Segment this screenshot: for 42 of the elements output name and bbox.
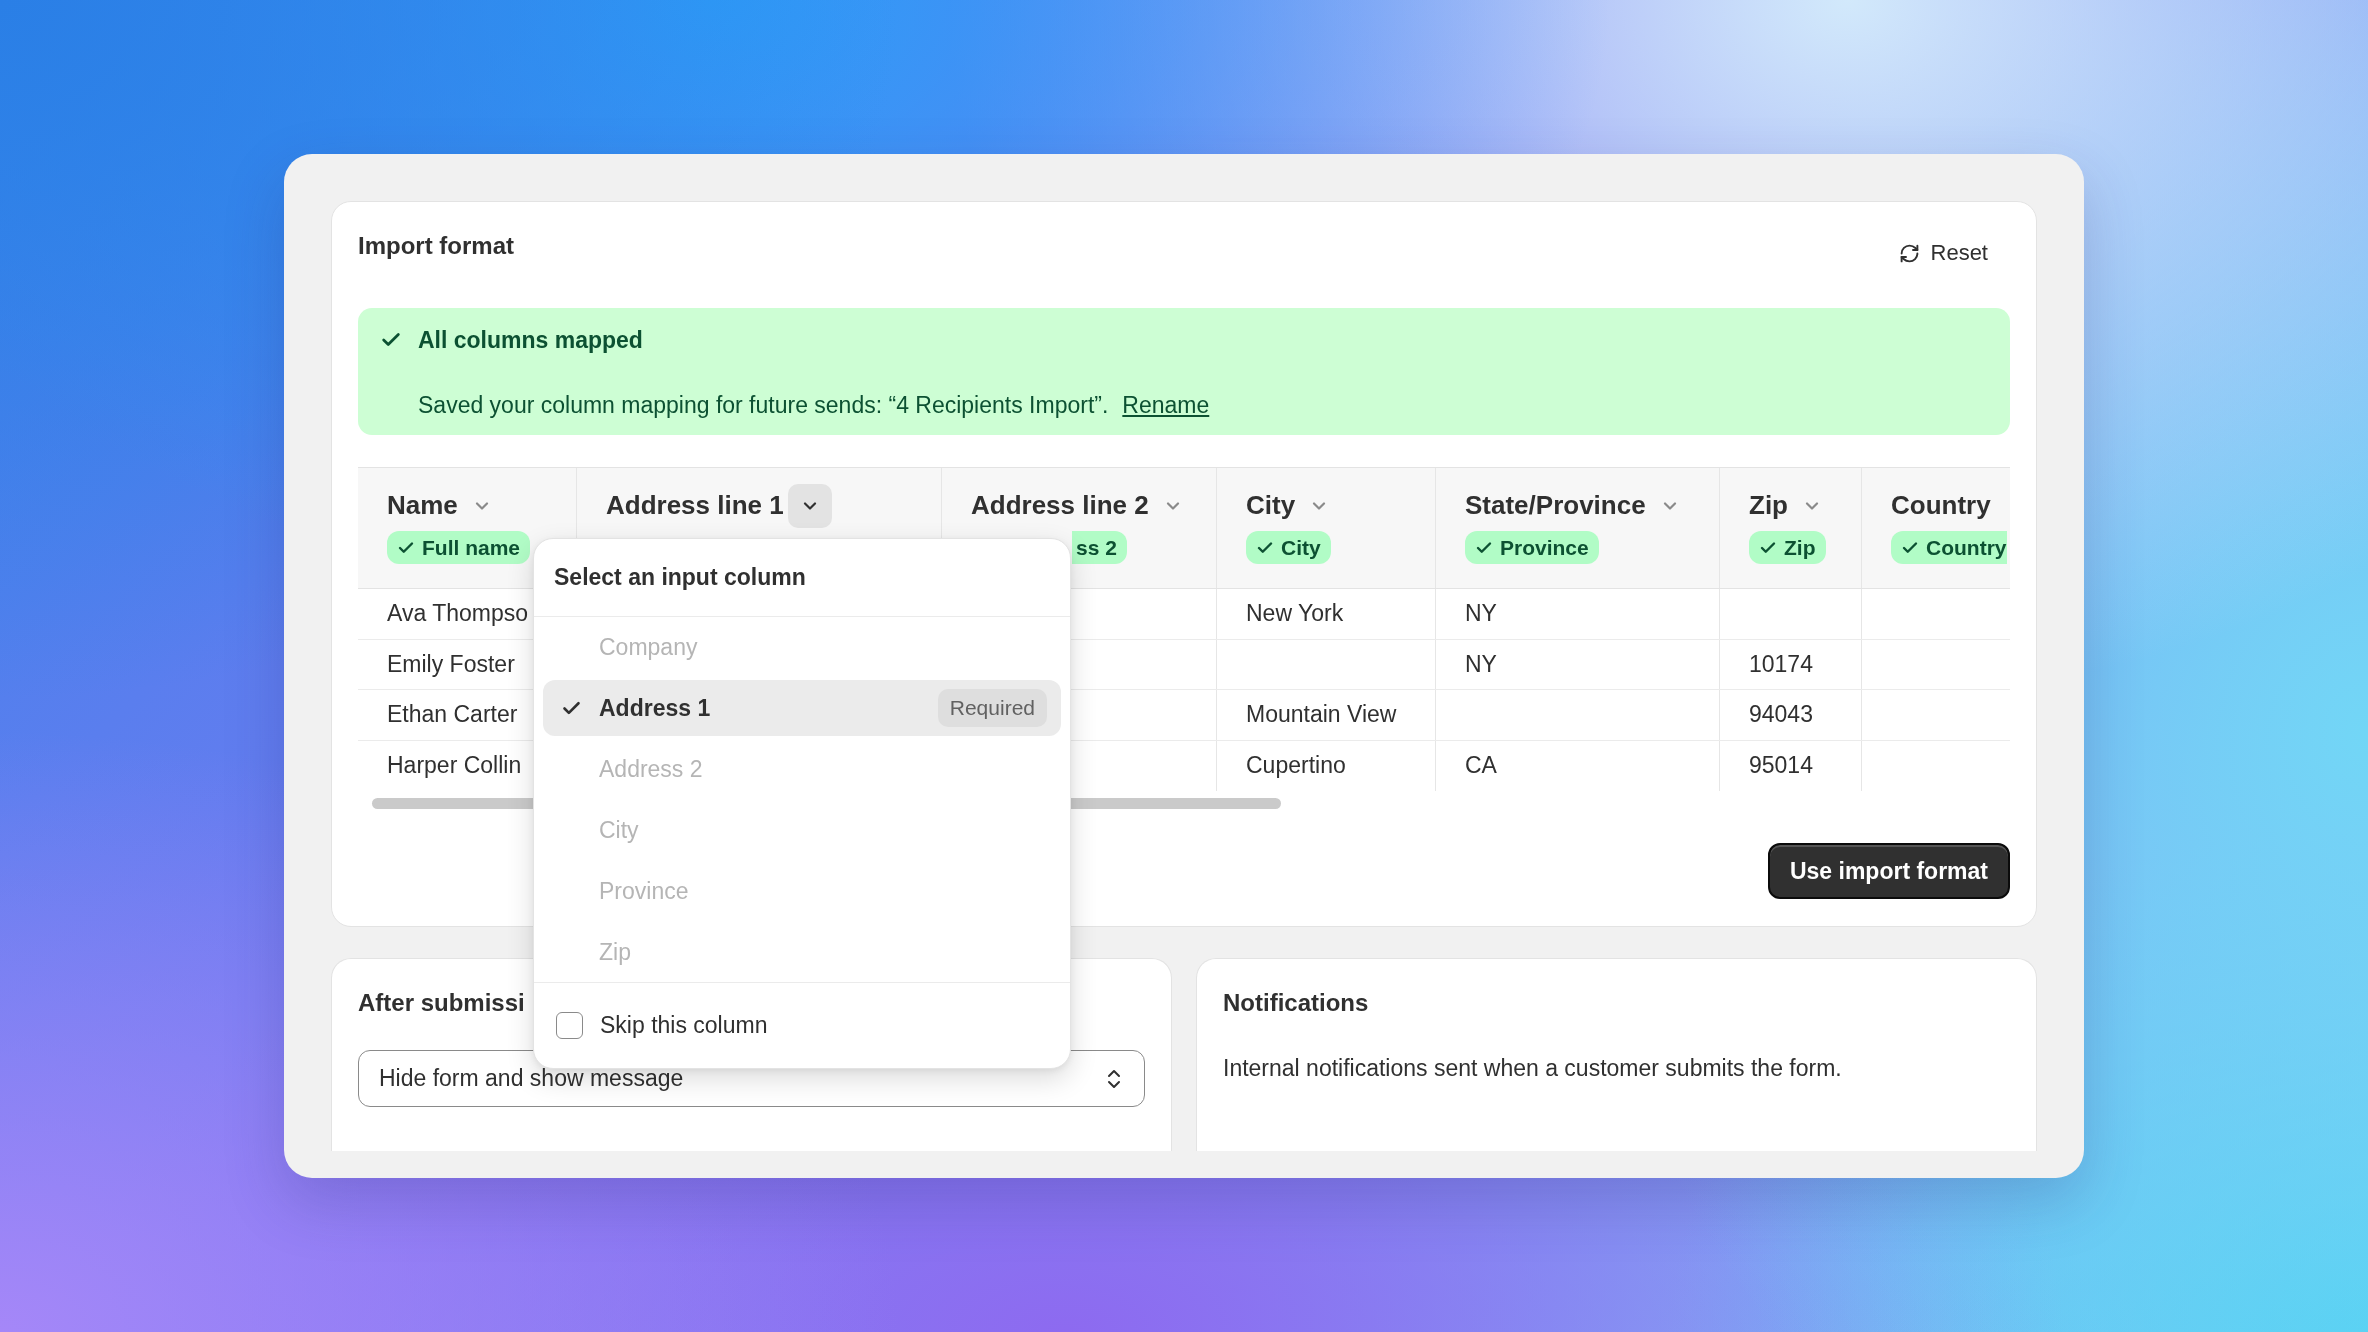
menu-item[interactable]: Address 1 Required	[543, 680, 1061, 736]
table-cell: Ethan Carter	[387, 701, 518, 729]
rename-link[interactable]: Rename	[1122, 390, 1210, 420]
mapping-label: ss 2	[1076, 535, 1117, 560]
table-cell: 95014	[1749, 752, 1813, 780]
mapping-label: Country	[1926, 535, 2007, 560]
table-cell: New York	[1246, 600, 1344, 628]
dropdown-title: Select an input column	[554, 564, 806, 591]
card-description: Internal notifications sent when a customer submits the form.	[1223, 1054, 1843, 1083]
use-import-format-button[interactable]: Use import format	[1767, 843, 2010, 899]
banner-title: All columns mapped	[418, 326, 643, 355]
column-header: Address line 1	[606, 490, 784, 521]
required-badge: Required	[937, 689, 1047, 727]
table-cell: NY	[1465, 650, 1497, 678]
table-cell: NY	[1465, 600, 1497, 628]
table-cell: 94043	[1749, 701, 1813, 729]
reset-button[interactable]: Reset	[1876, 231, 2010, 275]
column-header: Country	[1891, 490, 1991, 521]
card-title: Notifications	[1223, 988, 1370, 1018]
table-cell: 10174	[1749, 650, 1813, 678]
column-menu-button[interactable]	[787, 483, 832, 528]
table-cell: CA	[1465, 752, 1497, 780]
checkbox-label[interactable]: Skip this column	[600, 1012, 768, 1039]
card-title: Import format	[358, 231, 514, 261]
table-cell: Mountain View	[1246, 701, 1397, 729]
table-cell: Emily Foster	[387, 650, 515, 678]
table-cell: Harper Collin	[387, 752, 522, 780]
table-cell: Ava Thompso	[387, 600, 529, 628]
mapping-label: Zip	[1784, 535, 1816, 560]
column-header: City	[1246, 490, 1296, 521]
mapping-label: City	[1281, 535, 1321, 560]
column-header: State/Province	[1465, 490, 1646, 521]
mapping-label: Province	[1500, 535, 1589, 560]
column-header: Address line 2	[971, 490, 1149, 521]
checkbox[interactable]	[556, 1012, 583, 1039]
mapping-label: Full name	[422, 535, 521, 560]
card-title: After submissi	[358, 988, 526, 1018]
column-header: Name	[387, 490, 458, 521]
table-cell: Cupertino	[1246, 752, 1346, 780]
refresh-icon	[1898, 242, 1920, 264]
column-header: Zip	[1749, 490, 1788, 521]
banner-message: Saved your column mapping for future sends: “4 Recipients Import”.	[418, 391, 1109, 420]
